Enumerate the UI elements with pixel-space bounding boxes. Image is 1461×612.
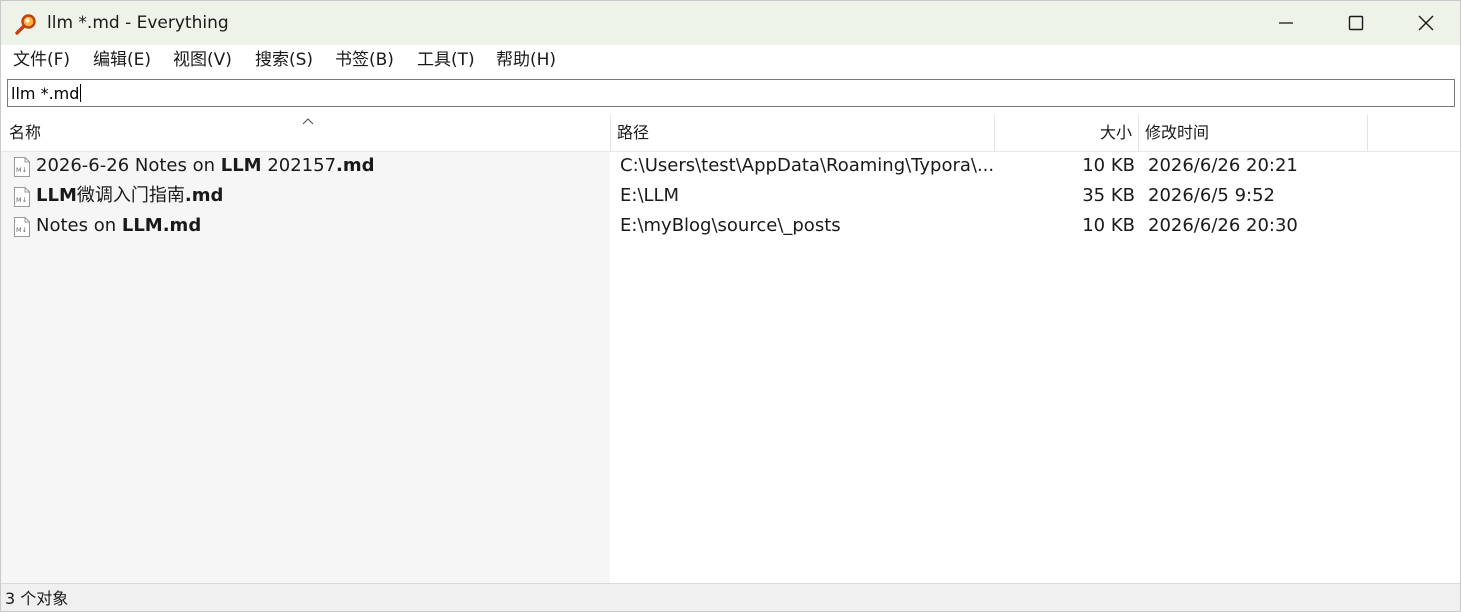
menu-bar: 文件(F) 编辑(E) 视图(V) 搜索(S) 书签(B) 工具(T) 帮助(H… xyxy=(1,45,1460,75)
menu-search[interactable]: 搜索(S) xyxy=(255,49,313,71)
menu-edit[interactable]: 编辑(E) xyxy=(93,49,151,71)
maximize-icon xyxy=(1348,15,1364,31)
file-size: 10 KB xyxy=(1082,155,1135,176)
file-name: Notes on LLM.md xyxy=(36,215,202,236)
status-object-count: 3 个对象 xyxy=(5,589,69,608)
search-input-value: llm *.md xyxy=(11,84,82,103)
markdown-file-icon: M↓ xyxy=(14,187,30,207)
minimize-icon xyxy=(1279,22,1293,24)
column-header-size-label: 大小 xyxy=(1099,123,1132,142)
file-path: E:\myBlog\source\_posts xyxy=(620,215,841,236)
menu-file[interactable]: 文件(F) xyxy=(13,49,70,71)
status-bar: 3 个对象 xyxy=(1,583,1460,611)
window-title: llm *.md - Everything xyxy=(47,13,229,33)
svg-text:M↓: M↓ xyxy=(16,196,27,204)
column-header-size[interactable]: 大小 xyxy=(995,115,1139,151)
markdown-file-icon: M↓ xyxy=(14,157,30,177)
everything-window: llm *.md - Everything 文件(F) 编辑(E) 视图(V) … xyxy=(0,0,1461,612)
text-caret xyxy=(80,84,82,102)
magnifier-icon xyxy=(15,14,36,35)
column-header-name[interactable]: 名称 xyxy=(1,115,611,151)
column-header-modified-label: 修改时间 xyxy=(1145,123,1210,142)
menu-help[interactable]: 帮助(H) xyxy=(496,49,556,71)
column-header-name-label: 名称 xyxy=(9,123,42,142)
menu-view[interactable]: 视图(V) xyxy=(173,49,232,71)
close-button[interactable] xyxy=(1391,1,1460,45)
search-input[interactable]: llm *.md xyxy=(7,79,1455,107)
file-size: 10 KB xyxy=(1082,215,1135,236)
list-item[interactable]: M↓ 2026-6-26 Notes on LLM 202157.md C:\U… xyxy=(1,151,1460,181)
close-icon xyxy=(1418,15,1434,31)
file-modified: 2026/6/26 20:30 xyxy=(1148,215,1298,236)
menu-bookmarks[interactable]: 书签(B) xyxy=(335,49,394,71)
column-header-path[interactable]: 路径 xyxy=(611,115,995,151)
list-item[interactable]: M↓ LLM微调入门指南.md E:\LLM 35 KB 2026/6/5 9:… xyxy=(1,181,1460,211)
file-modified: 2026/6/5 9:52 xyxy=(1148,185,1275,206)
svg-text:M↓: M↓ xyxy=(16,166,27,174)
results-list[interactable]: 名称 路径 大小 修改时间 M↓ 2026-6-26 Notes on LLM … xyxy=(1,115,1460,583)
menu-tools[interactable]: 工具(T) xyxy=(417,49,475,71)
file-path: C:\Users\test\AppData\Roaming\Typora\... xyxy=(620,155,995,176)
svg-text:M↓: M↓ xyxy=(16,226,27,234)
sort-ascending-icon xyxy=(302,118,314,125)
minimize-button[interactable] xyxy=(1251,1,1321,45)
file-name: 2026-6-26 Notes on LLM 202157.md xyxy=(36,155,375,176)
list-item[interactable]: M↓ Notes on LLM.md E:\myBlog\source\_pos… xyxy=(1,211,1460,241)
title-bar[interactable]: llm *.md - Everything xyxy=(1,1,1460,45)
file-path: E:\LLM xyxy=(620,185,680,206)
column-header-path-label: 路径 xyxy=(617,123,650,142)
column-header-bar: 名称 路径 大小 修改时间 xyxy=(1,115,1460,152)
column-header-modified[interactable]: 修改时间 xyxy=(1139,115,1368,151)
file-name: LLM微调入门指南.md xyxy=(36,185,224,206)
maximize-button[interactable] xyxy=(1321,1,1391,45)
file-modified: 2026/6/26 20:21 xyxy=(1148,155,1298,176)
file-size: 35 KB xyxy=(1082,185,1135,206)
markdown-file-icon: M↓ xyxy=(14,217,30,237)
